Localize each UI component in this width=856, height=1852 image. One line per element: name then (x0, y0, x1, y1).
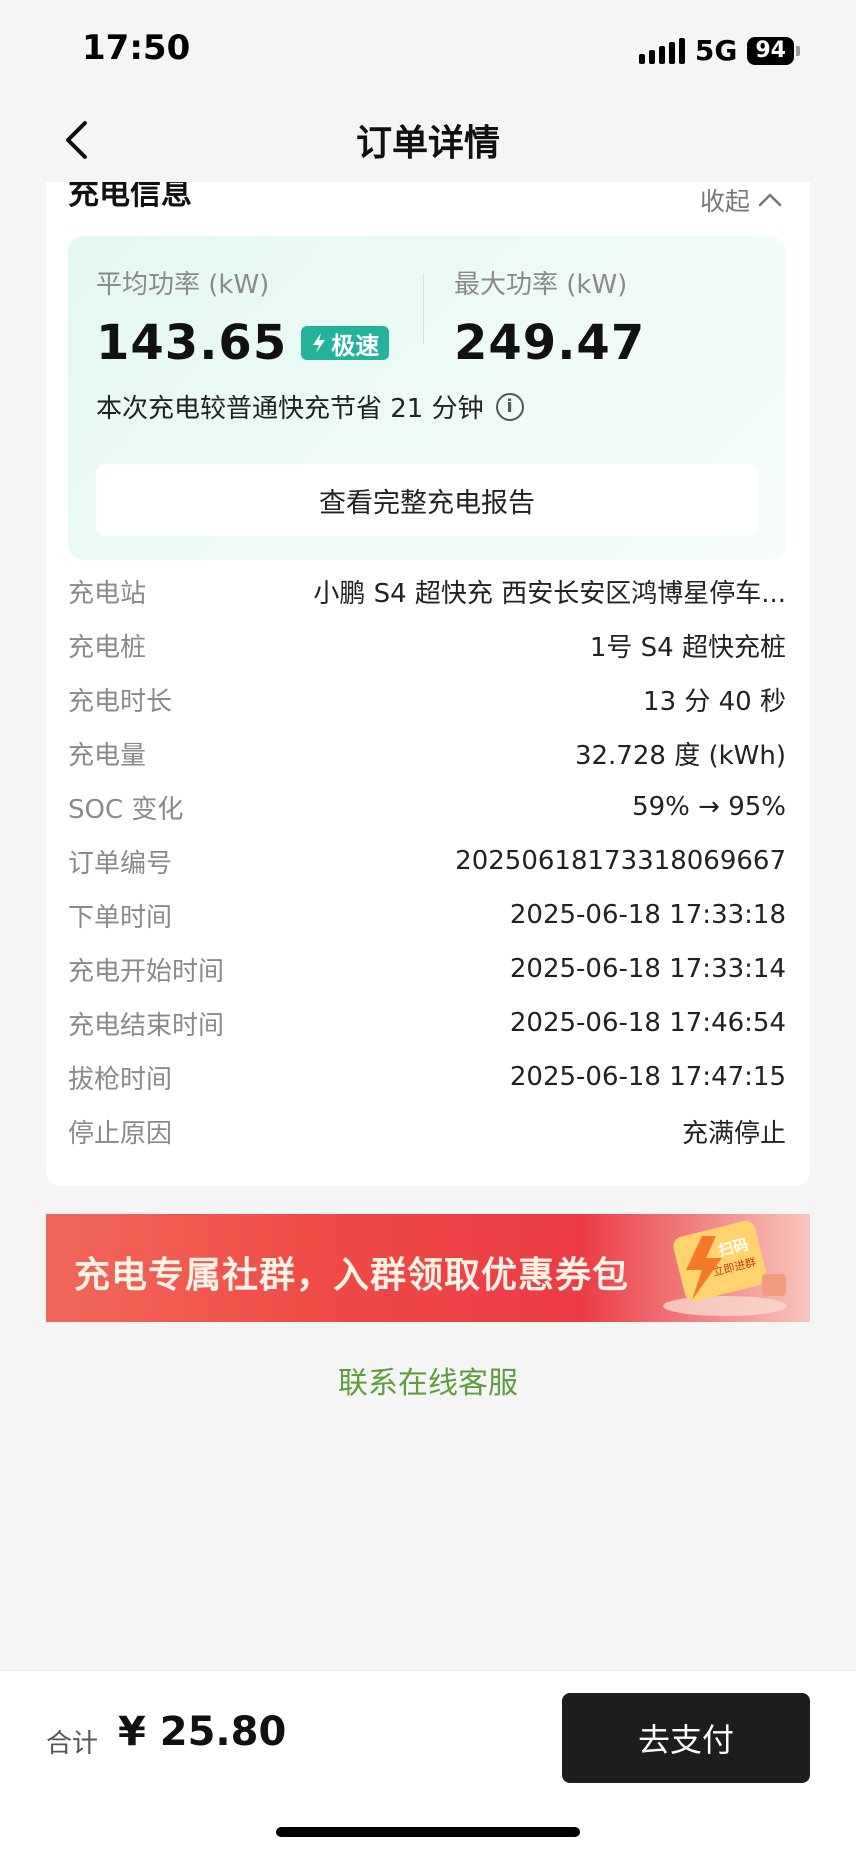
promo-text: 充电专属社群，入群领取优惠券包 (74, 1255, 630, 1296)
collapse-toggle[interactable]: 收起 (700, 182, 782, 218)
detail-label: 订单编号 (68, 848, 173, 879)
detail-list: 充电站 小鹏 S4 超快充 西安长安区鸿博星停车... 充电桩 1号 S4 超快… (68, 564, 786, 1158)
detail-row: 充电量 32.728 度 (kWh) (68, 726, 786, 780)
community-promo-banner[interactable]: 充电专属社群，入群领取优惠券包 扫码 立即进群 (46, 1214, 810, 1322)
page-title: 订单详情 (355, 123, 500, 164)
bottom-bar: 合计 ¥ 25.80 去支付 (0, 1670, 856, 1852)
detail-row: 充电站 小鹏 S4 超快充 西安长安区鸿博星停车... (68, 564, 786, 618)
avg-power: 平均功率 (kW) 143.65 极速 (96, 264, 390, 371)
detail-value: 2025-06-18 17:46:54 (509, 1008, 786, 1038)
status-time: 17:50 (82, 28, 191, 68)
detail-value: 20250618173318069667 (455, 846, 786, 876)
detail-label: SOC 变化 (68, 794, 184, 825)
info-icon[interactable]: i (495, 392, 524, 421)
detail-label: 停止原因 (68, 1118, 173, 1149)
detail-value: 充满停止 (681, 1118, 786, 1149)
chevron-up-icon (758, 193, 782, 207)
detail-label: 充电桩 (68, 632, 147, 663)
avg-power-label: 平均功率 (kW) (96, 270, 270, 300)
online-service-link[interactable]: 联系在线客服 (0, 1358, 856, 1402)
status-bar: 17:50 5G 94 (0, 0, 856, 100)
battery-icon: 94 (747, 36, 800, 65)
detail-value: 59% → 95% (632, 792, 786, 822)
detail-value: 小鹏 S4 超快充 西安长安区鸿博星停车... (313, 578, 786, 609)
max-power: 最大功率 (kW) 249.47 (454, 264, 645, 371)
detail-value: 1号 S4 超快充桩 (589, 632, 786, 663)
collapse-label: 收起 (699, 187, 750, 216)
detail-label: 充电量 (68, 740, 147, 771)
lightning-icon (313, 333, 326, 353)
pay-button[interactable]: 去支付 (562, 1693, 810, 1783)
detail-label: 充电结束时间 (68, 1010, 225, 1041)
scan-coupon-icon: 扫码 立即进群 (663, 1220, 787, 1316)
battery-level: 94 (747, 36, 794, 65)
status-indicators: 5G 94 (638, 34, 800, 67)
network-label: 5G (694, 34, 738, 67)
detail-row: 停止原因 充满停止 (68, 1104, 786, 1158)
speed-badge: 极速 (301, 326, 390, 360)
signal-icon (638, 37, 685, 64)
card-header: 充电信息 收起 (46, 182, 810, 236)
view-report-button[interactable]: 查看完整充电报告 (96, 464, 758, 536)
detail-row: 充电时长 13 分 40 秒 (68, 672, 786, 726)
nav-bar: 订单详情 (0, 100, 856, 180)
detail-value: 2025-06-18 17:47:15 (509, 1062, 786, 1092)
home-indicator[interactable] (276, 1827, 580, 1837)
detail-row: 拔枪时间 2025-06-18 17:47:15 (68, 1050, 786, 1104)
savings-text: 本次充电较普通快充节省 21 分钟 (96, 394, 484, 424)
total-amount: ¥ 25.80 (118, 1709, 287, 1755)
detail-row: 下单时间 2025-06-18 17:33:18 (68, 888, 786, 942)
charging-info-card: 充电信息 收起 平均功率 (kW) 143.65 极速 最大功率 (kW) 24… (46, 182, 810, 1186)
avg-power-value: 143.65 (96, 315, 288, 371)
detail-label: 拔枪时间 (68, 1064, 173, 1095)
power-panel: 平均功率 (kW) 143.65 极速 最大功率 (kW) 249.47 本次充… (68, 236, 786, 560)
power-divider (423, 274, 424, 344)
detail-value: 13 分 40 秒 (643, 686, 786, 717)
total-label: 合计 (46, 1729, 99, 1759)
detail-row: 订单编号 20250618173318069667 (68, 834, 786, 888)
max-power-value: 249.47 (454, 315, 646, 371)
max-power-label: 最大功率 (kW) (454, 270, 628, 300)
detail-row: 充电结束时间 2025-06-18 17:46:54 (68, 996, 786, 1050)
detail-label: 充电站 (68, 578, 147, 609)
detail-value: 32.728 度 (kWh) (574, 740, 786, 771)
detail-label: 充电时长 (68, 686, 173, 717)
detail-row: 充电桩 1号 S4 超快充桩 (68, 618, 786, 672)
savings-row: 本次充电较普通快充节省 21 分钟 i (96, 388, 524, 425)
detail-value: 2025-06-18 17:33:18 (509, 900, 786, 930)
card-title: 充电信息 (68, 182, 192, 212)
detail-label: 充电开始时间 (68, 956, 225, 987)
speed-badge-label: 极速 (331, 331, 380, 360)
detail-label: 下单时间 (68, 902, 173, 933)
detail-row: 充电开始时间 2025-06-18 17:33:14 (68, 942, 786, 996)
detail-row: SOC 变化 59% → 95% (68, 780, 786, 834)
detail-value: 2025-06-18 17:33:14 (509, 954, 786, 984)
